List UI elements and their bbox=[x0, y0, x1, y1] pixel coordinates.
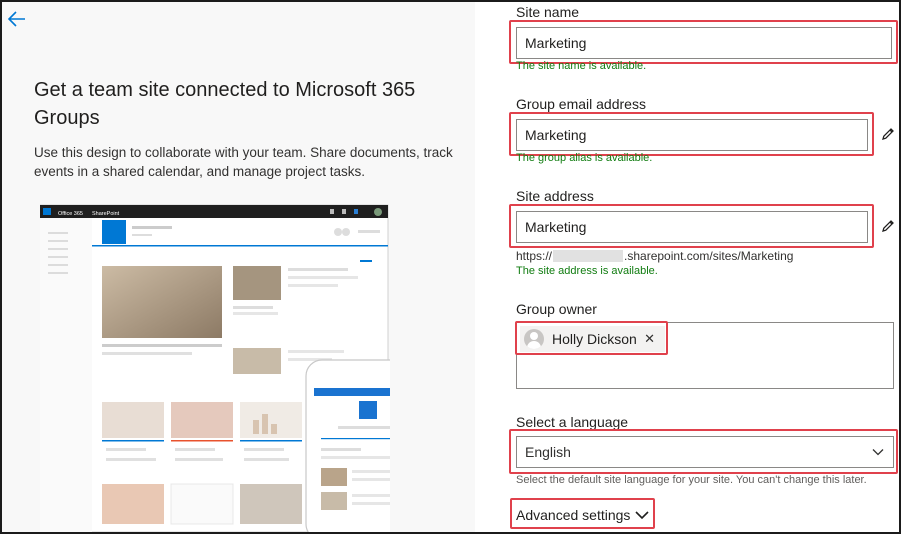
group-email-highlight bbox=[509, 112, 874, 156]
site-url-preview: https:// .sharepoint.com/sites/Marketing bbox=[516, 249, 793, 263]
site-address-label: Site address bbox=[516, 188, 594, 204]
site-name-label: Site name bbox=[516, 4, 580, 20]
site-form: Site name Marketing The site name is ava… bbox=[475, 2, 899, 532]
template-description: Use this design to collaborate with your… bbox=[34, 145, 453, 179]
owner-highlight bbox=[515, 321, 668, 355]
advanced-settings-highlight bbox=[510, 498, 655, 529]
group-email-status: The group alias is available. bbox=[516, 152, 653, 164]
group-owner-label: Group owner bbox=[516, 301, 597, 317]
site-url-suffix: .sharepoint.com/sites/Marketing bbox=[624, 249, 794, 263]
group-email-label: Group email address bbox=[516, 96, 646, 112]
site-url-prefix: https:// bbox=[516, 249, 553, 263]
site-address-status: The site address is available. bbox=[516, 265, 658, 277]
site-name-highlight bbox=[509, 20, 898, 64]
site-address-highlight bbox=[509, 204, 874, 248]
pencil-icon[interactable] bbox=[880, 218, 896, 234]
preview-app-name: Office 365 bbox=[58, 211, 83, 217]
template-preview-image: Office 365 SharePoint bbox=[39, 202, 431, 534]
language-hint: Select the default site language for you… bbox=[516, 474, 867, 486]
preview-product-name: SharePoint bbox=[92, 211, 120, 217]
language-label: Select a language bbox=[516, 414, 629, 430]
redacted-tenant bbox=[553, 250, 624, 262]
back-arrow-icon[interactable] bbox=[6, 8, 28, 30]
site-name-status: The site name is available. bbox=[516, 60, 647, 72]
pencil-icon[interactable] bbox=[880, 126, 896, 142]
template-info-panel: Get a team site connected to Microsoft 3… bbox=[2, 2, 475, 534]
template-title: Get a team site connected to Microsoft 3… bbox=[34, 79, 416, 129]
language-highlight bbox=[509, 429, 898, 474]
